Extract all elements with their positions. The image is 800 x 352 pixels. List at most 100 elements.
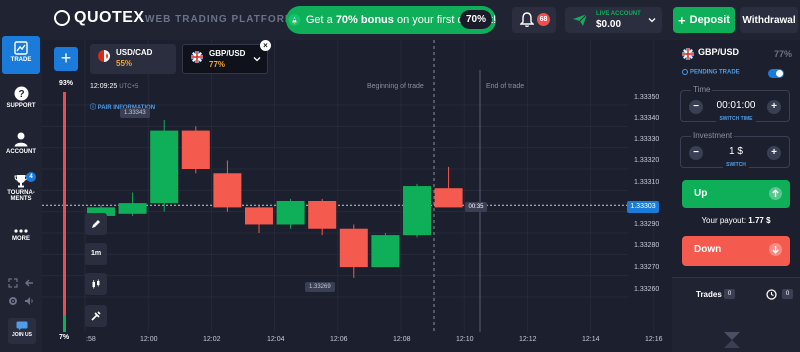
sentiment-up-pct: 93%: [59, 80, 74, 87]
down-button[interactable]: Down: [682, 236, 790, 266]
candle-down: [245, 207, 273, 225]
close-tab-icon[interactable]: ×: [260, 40, 271, 51]
trades-count: 0: [724, 289, 735, 299]
paper-plane-icon: [573, 13, 588, 26]
arrow-left-icon[interactable]: [24, 278, 34, 288]
asset-payout: 77%: [209, 60, 226, 69]
platform-subtitle: WEB TRADING PLATFORM: [145, 14, 295, 25]
plus-icon: +: [678, 12, 686, 28]
timeframe-button[interactable]: 1m: [85, 243, 107, 265]
svg-text:?: ?: [18, 89, 24, 100]
trades-section: Trades 0 0: [672, 277, 800, 352]
time-tick: 12:04: [267, 336, 285, 343]
gbp-usd-flag-icon: [191, 51, 203, 63]
bonus-banner[interactable]: Get a 70% bonus on your first deposit! 7…: [286, 6, 496, 34]
nav-item-support[interactable]: ? SUPPORT: [2, 86, 40, 109]
chart-area[interactable]: + USD/CAD 55% GBP/USD 77% × 12:09:25 UTC…: [42, 40, 668, 352]
logo-text: QUOTEX: [74, 9, 145, 26]
clock-icon: [682, 69, 688, 75]
nav-item-account[interactable]: ACCOUNT: [2, 132, 40, 155]
candle-down: [339, 228, 368, 268]
chat-icon: [16, 321, 28, 331]
candle-up: [150, 130, 179, 204]
usd-cad-flag-icon: [98, 50, 110, 62]
price-tick: 1.33350: [634, 94, 660, 101]
candle-down: [434, 188, 463, 208]
current-price-tag: 1.33303: [627, 201, 659, 213]
notification-count: 68: [537, 13, 550, 26]
time-tick: 12:02: [203, 336, 221, 343]
dots-icon: [14, 229, 28, 233]
logo[interactable]: QUOTEX: [54, 9, 145, 27]
selected-asset: GBP/USD: [698, 47, 740, 57]
nav-item-tournaments[interactable]: 4 TOURNA- MENTS: [2, 172, 40, 202]
price-tick: 1.33340: [634, 115, 660, 122]
bonus-badge: 70%: [459, 10, 492, 29]
deposit-button[interactable]: + Deposit: [673, 7, 735, 33]
notifications-button[interactable]: 68: [512, 7, 556, 33]
tournaments-badge: 4: [26, 172, 36, 182]
candle-down: [181, 130, 210, 169]
trade-panel: GBP/USD 77% PENDING TRADE Time − 00:01:0…: [668, 40, 800, 352]
tools-icon: [91, 311, 101, 321]
account-selector[interactable]: LIVE ACCOUNT $0.00: [565, 7, 662, 33]
time-tick: 12:16: [645, 336, 663, 343]
countdown-timer: 00:35: [465, 202, 487, 212]
chevron-down-icon: [648, 18, 656, 23]
asset-payout: 55%: [116, 59, 133, 68]
join-us-button[interactable]: JOIN US: [8, 318, 36, 344]
trading-app: QUOTEX WEB TRADING PLATFORM Get a 70% bo…: [0, 0, 800, 352]
candle-down: [308, 201, 337, 229]
chart-type-button[interactable]: [85, 273, 107, 295]
pending-trade-label: PENDING TRADE: [682, 69, 740, 76]
pending-count: 0: [782, 289, 793, 299]
payout-text: Your payout: 1.77 $: [701, 216, 771, 225]
time-tick: 12:14: [582, 336, 600, 343]
time-tick: 12:10: [456, 336, 474, 343]
question-icon: ?: [14, 86, 28, 101]
asset-name: GBP/USD: [209, 49, 246, 58]
nav-item-more[interactable]: MORE: [2, 228, 40, 242]
time-label: Time: [691, 85, 713, 94]
draw-tool-button[interactable]: [85, 213, 107, 235]
sentiment-bar: [63, 92, 66, 332]
pencil-icon: [92, 220, 100, 228]
candle-up: [403, 186, 431, 236]
asset-tab-usdcad[interactable]: USD/CAD 55%: [90, 44, 176, 74]
chevron-down-icon[interactable]: [253, 55, 261, 63]
account-balance: $0.00: [596, 19, 622, 30]
asset-name: USD/CAD: [116, 48, 153, 57]
up-button[interactable]: Up: [682, 180, 790, 208]
low-price-label: 1.33269: [305, 282, 335, 292]
nav-item-trade[interactable]: TRADE: [2, 36, 40, 74]
pending-trade-toggle[interactable]: [768, 69, 784, 78]
price-tick: 1.33290: [634, 221, 660, 228]
asset-tab-gbpusd[interactable]: GBP/USD 77%: [182, 44, 268, 74]
top-bar: QUOTEX WEB TRADING PLATFORM Get a 70% bo…: [0, 0, 800, 40]
logo-icon: [54, 10, 70, 26]
price-tick: 1.33310: [634, 179, 660, 186]
indicators-button[interactable]: [85, 305, 107, 327]
settings-icon[interactable]: [8, 296, 18, 306]
sound-icon[interactable]: [24, 296, 34, 306]
arrow-down-icon: [769, 243, 782, 256]
time-tick: 12:08: [393, 336, 411, 343]
sentiment-bar-down-fill: [63, 315, 66, 332]
server-time: 12:09:25 UTC+5: [90, 83, 139, 90]
bell-icon: [520, 12, 534, 28]
fullscreen-icon[interactable]: [8, 278, 18, 288]
candle-up: [118, 203, 147, 214]
withdrawal-button[interactable]: Withdrawal: [740, 7, 798, 33]
price-tick: 1.33280: [634, 242, 660, 249]
switch-time-link[interactable]: SWITCH TIME: [681, 107, 791, 125]
time-tick: 12:12: [519, 336, 537, 343]
user-icon: [14, 132, 28, 147]
candles-icon: [92, 279, 100, 289]
clock-icon[interactable]: [766, 289, 777, 300]
add-asset-button[interactable]: +: [54, 47, 78, 71]
switch-link[interactable]: SWITCH: [681, 153, 791, 171]
sentiment-down-pct: 7%: [59, 334, 70, 341]
time-tick: :58: [86, 336, 96, 343]
end-of-trade-label: End of trade: [486, 83, 525, 90]
tab-trades[interactable]: Trades: [696, 290, 722, 299]
